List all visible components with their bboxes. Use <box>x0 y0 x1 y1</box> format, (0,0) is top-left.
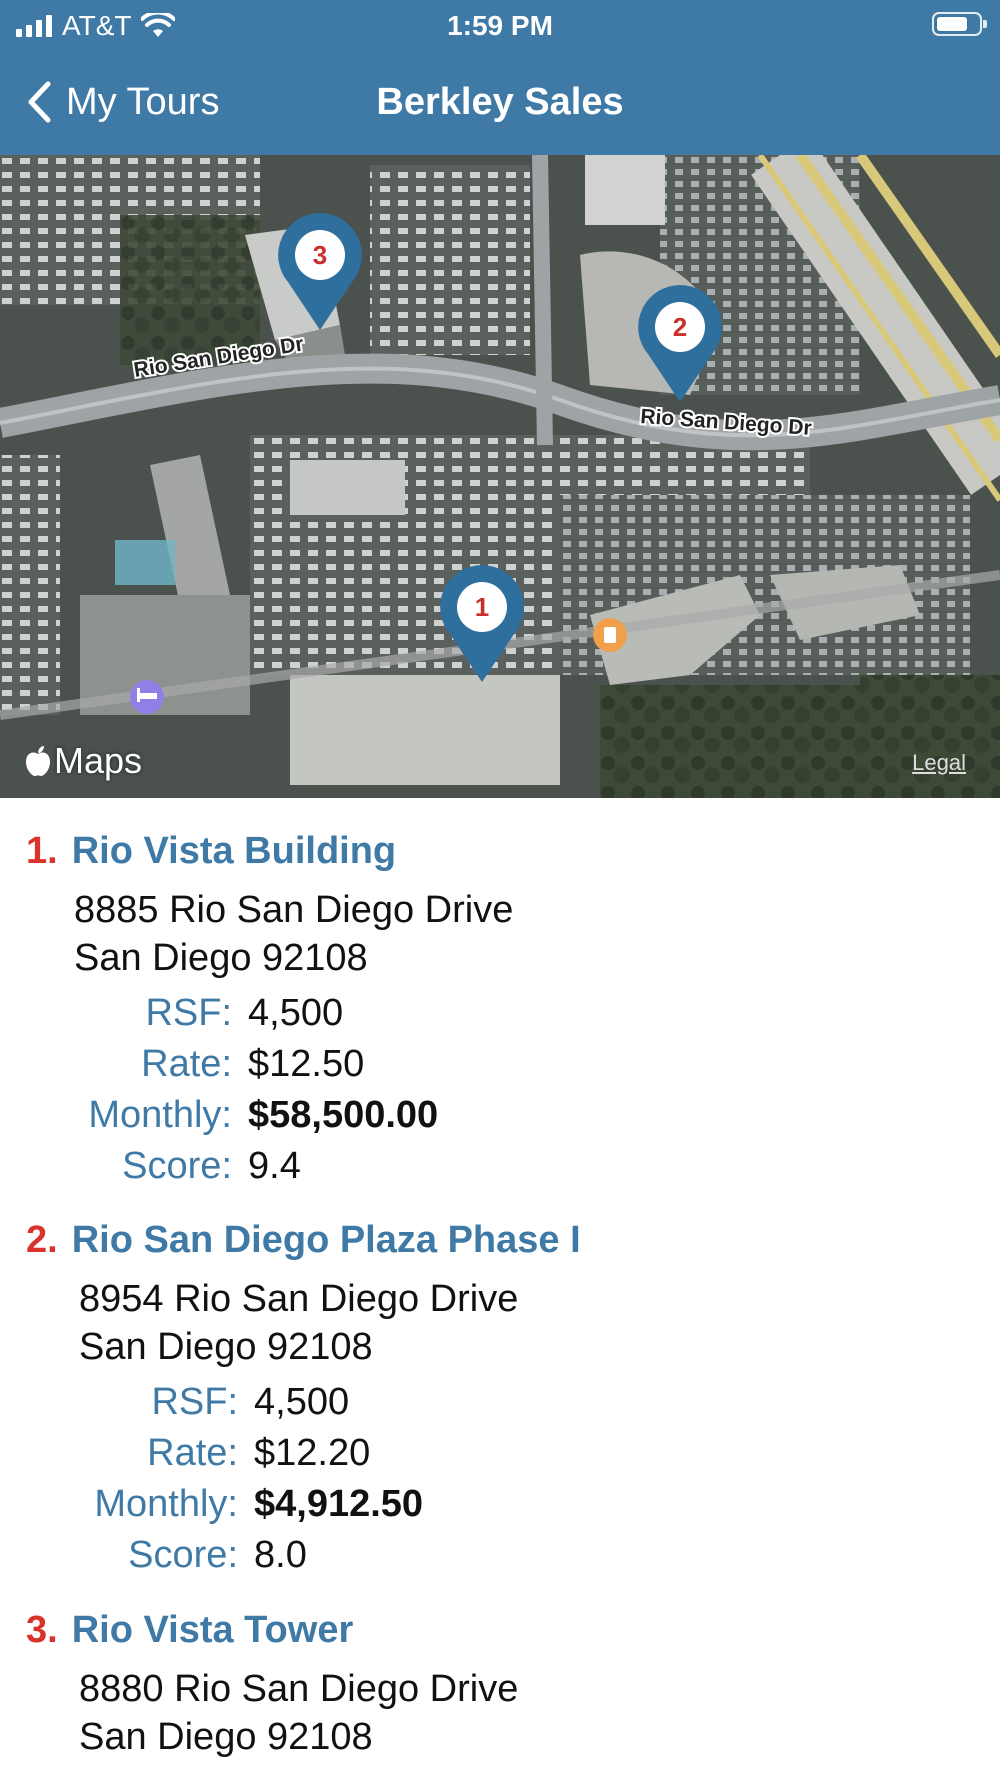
rsf-label: RSF: <box>151 1381 238 1423</box>
maps-logo-text: Maps <box>54 740 143 781</box>
pin-label: 1 <box>475 592 489 622</box>
map-view[interactable]: Rio San Diego Dr Rio San Diego Dr 3 2 1 <box>0 155 1000 798</box>
rate-label: Rate: <box>147 1432 238 1474</box>
monthly-label: Monthly: <box>94 1483 238 1525</box>
address-line-2: San Diego 92108 <box>79 1716 373 1758</box>
address-line-1: 8954 Rio San Diego Drive <box>79 1278 519 1320</box>
hotel-icon <box>130 680 164 714</box>
apple-icon <box>26 746 50 776</box>
battery-icon <box>932 12 987 36</box>
satellite-map: Rio San Diego Dr Rio San Diego Dr 3 2 1 <box>0 155 1000 798</box>
address-line-2: San Diego 92108 <box>74 937 368 979</box>
listing-item-2[interactable]: 2. Rio San Diego Plaza Phase I 8954 Rio … <box>0 1219 1000 1589</box>
listing-number: 2. <box>26 1219 58 1261</box>
rsf-label: RSF: <box>145 992 232 1034</box>
pin-label: 2 <box>673 312 687 342</box>
score-value: 9.4 <box>248 1145 301 1187</box>
monthly-label: Monthly: <box>88 1094 232 1136</box>
back-button-label: My Tours <box>66 80 220 123</box>
listing-item-1[interactable]: 1. Rio Vista Building 8885 Rio San Diego… <box>0 830 1000 1200</box>
chevron-left-icon <box>28 81 51 123</box>
address-line-1: 8885 Rio San Diego Drive <box>74 889 514 931</box>
status-time: 1:59 PM <box>447 10 553 41</box>
apple-maps-logo: Maps <box>24 740 142 782</box>
score-value: 8.0 <box>254 1534 307 1576</box>
legal-link[interactable]: Legal <box>912 750 966 776</box>
address-line-1: 8880 Rio San Diego Drive <box>79 1668 519 1710</box>
score-label: Score: <box>122 1145 232 1187</box>
rate-value: $12.20 <box>254 1432 371 1474</box>
back-button[interactable]: My Tours <box>26 76 219 128</box>
rsf-value: 4,500 <box>248 992 344 1034</box>
address-line-2: San Diego 92108 <box>79 1326 373 1368</box>
rate-value: $12.50 <box>248 1043 365 1085</box>
monthly-value: $58,500.00 <box>248 1094 439 1136</box>
listing-number: 3. <box>26 1609 58 1651</box>
listing-item-3[interactable]: 3. Rio Vista Tower 8880 Rio San Diego Dr… <box>0 1609 1000 1769</box>
pin-label: 3 <box>313 240 327 270</box>
rate-label: Rate: <box>141 1043 232 1085</box>
listing-name[interactable]: Rio Vista Tower <box>72 1609 354 1652</box>
listing-name[interactable]: Rio San Diego Plaza Phase I <box>72 1219 581 1262</box>
rsf-value: 4,500 <box>254 1381 350 1423</box>
listing-name[interactable]: Rio Vista Building <box>72 830 396 873</box>
navigation-header: AT&T 1:59 PM My Tours Berkley Sales <box>0 0 1000 155</box>
cafe-icon <box>593 618 627 652</box>
listing-number: 1. <box>26 830 58 872</box>
score-label: Score: <box>128 1534 238 1576</box>
monthly-value: $4,912.50 <box>254 1483 424 1525</box>
